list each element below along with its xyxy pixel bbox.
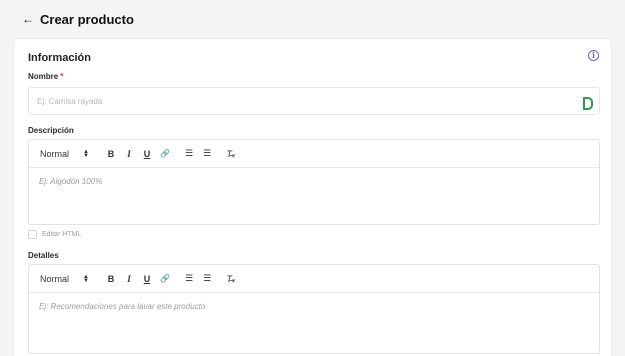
select-caret-icon: ▲ ▼ — [83, 273, 89, 284]
back-link[interactable]: ← Crear producto — [22, 10, 134, 28]
description-toolbar: Normal ▲ ▼ B I U 🔗 ☰ ☰ T̶ₓ — [29, 140, 599, 168]
select-caret-icon: ▲ ▼ — [83, 148, 89, 159]
required-mark: * — [60, 72, 64, 81]
details-toolbar: Normal ▲ ▼ B I U 🔗 ☰ ☰ T̶ₓ — [29, 265, 599, 293]
name-input[interactable]: Ej: Camisa rayada — [28, 87, 600, 115]
italic-button[interactable]: I — [120, 274, 138, 284]
bullet-list-icon[interactable]: ☰ — [198, 273, 216, 284]
description-text-area[interactable]: Ej: Algodón 100% — [29, 168, 599, 195]
description-label: Descripción — [28, 126, 74, 135]
bullet-list-icon[interactable]: ☰ — [198, 148, 216, 159]
description-editor[interactable]: Normal ▲ ▼ B I U 🔗 ☰ ☰ T̶ₓ Ej: Algodón 10… — [28, 139, 600, 225]
ordered-list-icon[interactable]: ☰ — [180, 148, 198, 159]
details-text-area[interactable]: Ej: Recomendaciones para lavar este prod… — [29, 293, 599, 320]
format-select-value: Normal — [40, 148, 70, 159]
name-label: Nombre * — [28, 72, 63, 81]
clear-format-icon[interactable]: T̶ₓ — [222, 149, 240, 159]
bold-button[interactable]: B — [102, 274, 120, 284]
ordered-list-icon[interactable]: ☰ — [180, 273, 198, 284]
section-title: Información — [28, 52, 91, 64]
info-icon[interactable]: i — [588, 50, 599, 61]
format-select-value: Normal — [40, 273, 70, 284]
grammar-check-icon[interactable] — [582, 96, 593, 110]
edit-html-label: Editar HTML — [42, 231, 82, 238]
details-label: Detalles — [28, 251, 59, 260]
product-info-card: Información i Nombre * Ej: Camisa rayada … — [13, 38, 612, 356]
format-select[interactable]: Normal ▲ ▼ — [40, 274, 102, 284]
name-label-text: Nombre — [28, 72, 59, 81]
link-icon[interactable]: 🔗 — [156, 149, 174, 158]
bold-button[interactable]: B — [102, 149, 120, 159]
description-placeholder: Ej: Algodón 100% — [39, 177, 103, 186]
edit-html-toggle[interactable]: Editar HTML — [28, 230, 81, 239]
italic-button[interactable]: I — [120, 149, 138, 159]
details-placeholder: Ej: Recomendaciones para lavar este prod… — [39, 302, 206, 311]
format-select[interactable]: Normal ▲ ▼ — [40, 149, 102, 159]
underline-button[interactable]: U — [138, 274, 156, 284]
name-input-placeholder: Ej: Camisa rayada — [37, 96, 103, 106]
details-editor[interactable]: Normal ▲ ▼ B I U 🔗 ☰ ☰ T̶ₓ Ej: Recomendac… — [28, 264, 600, 354]
page-title: Crear producto — [40, 11, 134, 27]
clear-format-icon[interactable]: T̶ₓ — [222, 274, 240, 284]
underline-button[interactable]: U — [138, 149, 156, 159]
link-icon[interactable]: 🔗 — [156, 274, 174, 283]
back-arrow-icon[interactable]: ← — [22, 13, 34, 25]
edit-html-checkbox[interactable] — [28, 230, 37, 239]
